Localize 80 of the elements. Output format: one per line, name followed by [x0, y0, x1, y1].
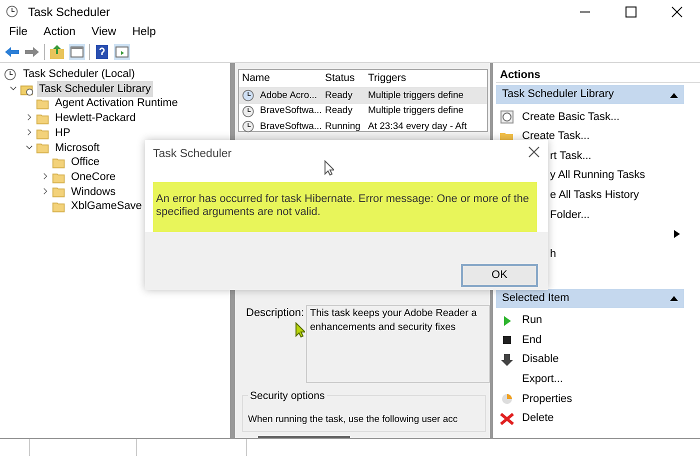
pie-icon [499, 392, 515, 406]
folder-icon [52, 200, 66, 214]
folder-icon [36, 141, 50, 154]
panel-title: Actions [496, 67, 700, 83]
command-link[interactable]: Delete [522, 410, 554, 427]
pane-icon[interactable] [114, 44, 130, 60]
help-icon[interactable] [94, 44, 110, 60]
folder-icon [36, 126, 50, 140]
folder-clock-icon [20, 82, 34, 96]
column-header[interactable]: Name [239, 70, 323, 86]
tree-item[interactable]: Task Scheduler Library [37, 80, 153, 98]
menu-item[interactable]: File [9, 24, 28, 42]
command-link[interactable]: Folder... [550, 206, 590, 224]
table-cell-text: Running [324, 120, 362, 134]
caret-icon[interactable] [670, 92, 678, 98]
table-cell-text: Multiple triggers define [367, 88, 464, 103]
down-arrow-icon [499, 352, 515, 367]
tree-item[interactable]: Task Scheduler (Local) [21, 66, 137, 83]
table-cell-text: Ready [324, 88, 354, 103]
security-text: When running the task, use the following user acc [248, 414, 458, 425]
command-link[interactable]: Disable [522, 351, 559, 368]
clock-icon [242, 104, 256, 118]
table-cell-text: At 23:34 every day - Aft [367, 120, 467, 134]
command-link[interactable]: End [522, 332, 542, 348]
section-header[interactable]: Task Scheduler Library [496, 85, 684, 104]
dialog-title: Task Scheduler [153, 147, 232, 162]
task-row[interactable]: BraveSoftwa... Running At 23:34 every day - Aft [239, 119, 487, 134]
caret-icon[interactable] [670, 295, 678, 302]
cursor-icon [295, 322, 305, 338]
menu-item[interactable]: View [92, 24, 116, 42]
tree-item[interactable]: Office [69, 154, 102, 171]
table-cell-text: Multiple triggers define [367, 104, 464, 118]
error-message: An error has occurred for task Hibernate. Error message: One or more of the specified arguments are not valid. [153, 182, 537, 232]
clock-icon [242, 89, 256, 102]
close-icon[interactable] [528, 146, 540, 158]
column-header[interactable]: Status [323, 70, 365, 86]
delete-icon [499, 412, 515, 426]
command-link[interactable]: Create Task... [522, 128, 590, 145]
tree-item[interactable]: Agent Activation Runtime [53, 95, 180, 112]
tree-item[interactable]: HP [53, 124, 72, 142]
command-link[interactable]: Properties [522, 390, 572, 408]
task-row[interactable]: Adobe Acro... Ready Multiple triggers define [239, 88, 487, 104]
tree-item[interactable]: OneCore [69, 168, 118, 186]
tree-item[interactable]: Windows [69, 184, 118, 200]
submenu-arrow-icon[interactable] [674, 230, 680, 238]
table-cell: Adobe Acro... [260, 88, 318, 103]
command-link[interactable]: Run [522, 312, 542, 329]
tree-item[interactable]: Microsoft [53, 140, 102, 156]
description-label: Description: [246, 306, 306, 321]
command-link[interactable]: Create Basic Task... [522, 108, 620, 126]
menu-item[interactable]: Action [44, 24, 76, 42]
tree-item[interactable]: XblGameSave [69, 198, 144, 215]
table-cell: BraveSoftwa... [260, 120, 322, 134]
cursor-icon [324, 160, 334, 176]
menu-item[interactable]: Help [132, 24, 156, 42]
table-cell-text: Ready [324, 104, 354, 118]
task-row[interactable]: BraveSoftwa... Ready Multiple triggers define [239, 104, 487, 119]
tree-item[interactable]: Hewlett-Packard [53, 110, 138, 127]
command-link[interactable]: h [550, 246, 556, 262]
folder-icon [52, 170, 66, 184]
command-link[interactable]: e All Tasks History [550, 186, 640, 204]
group-title: Security options [248, 388, 327, 404]
section-header[interactable]: Selected Item [496, 288, 684, 308]
folder-icon [52, 185, 66, 198]
description-field[interactable]: This task keeps your Adobe Reader a enhancements and security fixes [306, 304, 490, 383]
command-link[interactable]: rt Task... [550, 148, 592, 164]
folder-icon [52, 156, 66, 169]
clock-icon [4, 68, 18, 81]
window-title: Task Scheduler [28, 4, 110, 21]
ok-button[interactable]: OK [461, 264, 538, 287]
folder-icon [36, 112, 50, 125]
pane-icon[interactable] [69, 44, 85, 60]
up-folder-icon[interactable] [49, 44, 65, 60]
table-cell: BraveSoftwa... [260, 104, 322, 118]
column-header[interactable]: Triggers [365, 70, 406, 86]
clock-icon [5, 5, 19, 18]
clock-icon [242, 120, 256, 134]
clock-icon [499, 110, 515, 124]
command-link[interactable]: y All Running Tasks [550, 167, 646, 184]
command-link[interactable]: Export... [522, 371, 563, 388]
